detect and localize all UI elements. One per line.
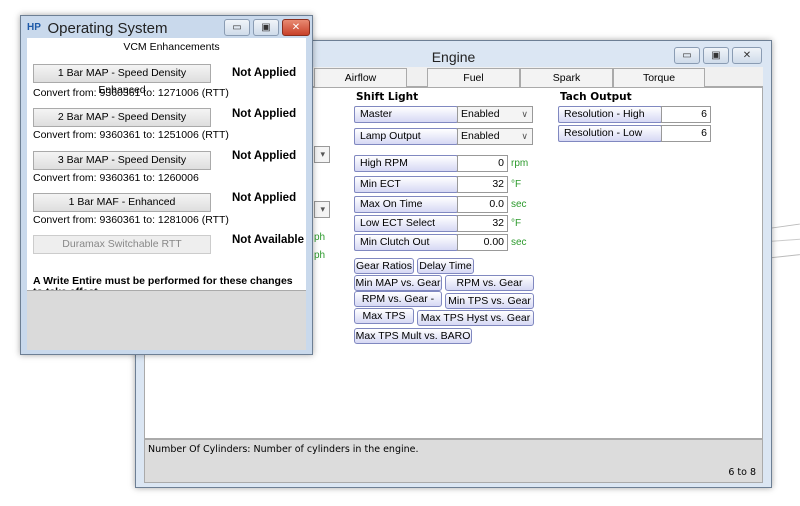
2-bar-map-sd-button[interactable]: 2 Bar MAP - Speed Density	[33, 108, 211, 127]
gear-ratios-button[interactable]: Gear Ratios	[354, 258, 414, 274]
partial-dropdown[interactable]: ▾	[314, 201, 330, 218]
status-text: Not Available	[232, 234, 304, 246]
partial-dropdown[interactable]: ▾	[314, 146, 330, 163]
min-map-vs-gear-button[interactable]: Min MAP vs. Gear	[354, 275, 442, 291]
lamp-output-label: Lamp Output	[354, 128, 458, 145]
delay-time-button[interactable]: Delay Time	[417, 258, 474, 274]
resolution-high-label: Resolution - High	[558, 106, 662, 123]
convert-text: Convert from: 9360361 to: 1251006 (RTT)	[33, 129, 229, 141]
window-title: Operating System	[47, 20, 168, 37]
max-tps-hyst-vs-gear-button[interactable]: Max TPS Hyst vs. Gear	[417, 310, 534, 326]
chevron-down-icon: ∨	[521, 109, 528, 119]
partial-unit: ph	[314, 232, 326, 243]
os-footer	[27, 290, 306, 350]
os-body: VCM Enhancements 1 Bar MAP - Speed Densi…	[27, 38, 306, 298]
maximize-button[interactable]: ▣	[253, 19, 279, 36]
select-value: Enabled	[461, 130, 500, 142]
convert-text: Convert from: 9360361 to: 1281006 (RTT)	[33, 214, 229, 226]
3-bar-map-sd-button[interactable]: 3 Bar MAP - Speed Density	[33, 151, 211, 170]
maximize-button[interactable]: ▣	[703, 47, 729, 64]
min-tps-vs-gear-button[interactable]: Min TPS vs. Gear	[445, 293, 534, 309]
unit-label: °F	[511, 179, 522, 190]
unit-label: sec	[511, 237, 527, 248]
1-bar-maf-enhanced-button[interactable]: 1 Bar MAF - Enhanced	[33, 193, 211, 212]
resolution-low-label: Resolution - Low	[558, 125, 662, 142]
minimize-button[interactable]: ▭	[674, 47, 700, 64]
max-on-time-label: Max On Time	[354, 196, 458, 213]
unit-label: rpm	[511, 158, 529, 169]
min-clutch-out-label: Min Clutch Out	[354, 234, 458, 251]
duramax-switchable-rtt-button: Duramax Switchable RTT	[33, 235, 211, 254]
minimize-button[interactable]: ▭	[224, 19, 250, 36]
min-ect-input[interactable]: 32	[457, 176, 508, 193]
status-description: Number Of Cylinders: Number of cylinders…	[148, 444, 419, 455]
low-ect-select-input[interactable]: 32	[457, 215, 508, 232]
status-range: 6 to 8	[728, 467, 756, 478]
min-clutch-out-input[interactable]: 0.00	[457, 234, 508, 251]
master-select[interactable]: Enabled ∨	[457, 106, 533, 123]
section-title: VCM Enhancements	[123, 41, 220, 53]
close-button[interactable]: ✕	[282, 19, 310, 36]
rpm-vs-gear-minus-button[interactable]: RPM vs. Gear -	[354, 291, 442, 307]
convert-text: Convert from: 9360361 to: 1260006	[33, 172, 199, 184]
resolution-low-input[interactable]: 6	[661, 125, 711, 142]
1-bar-map-sd-enhanced-button[interactable]: 1 Bar MAP - Speed Density Enhanced	[33, 64, 211, 96]
unit-label: sec	[511, 199, 527, 210]
partial-unit: ph	[314, 250, 326, 261]
tab-torque-management[interactable]: Torque Management	[613, 68, 705, 102]
operating-system-window: HP Operating System ▭ ▣ ✕ VCM Enhancemen…	[20, 15, 313, 355]
status-panel: Number Of Cylinders: Number of cylinders…	[144, 439, 763, 483]
max-tps-mult-vs-baro-button[interactable]: Max TPS Mult vs. BARO	[354, 328, 472, 344]
close-button[interactable]: ✕	[732, 47, 762, 64]
convert-text: Convert from: 9360361 to: 1271006 (RTT)	[33, 87, 229, 99]
master-label: Master	[354, 106, 458, 123]
tab-spark[interactable]: Spark	[520, 68, 613, 87]
status-text: Not Applied	[232, 108, 297, 120]
tach-output-heading: Tach Output	[560, 91, 632, 103]
high-rpm-input[interactable]: 0	[457, 155, 508, 172]
select-value: Enabled	[461, 108, 500, 120]
low-ect-select-label: Low ECT Select	[354, 215, 458, 232]
resolution-high-input[interactable]: 6	[661, 106, 711, 123]
tab-fuel[interactable]: Fuel	[427, 68, 520, 87]
high-rpm-label: High RPM	[354, 155, 458, 172]
rpm-vs-gear-button[interactable]: RPM vs. Gear	[445, 275, 534, 291]
status-text: Not Applied	[232, 67, 297, 79]
shift-light-heading: Shift Light	[356, 91, 419, 103]
chevron-down-icon: ∨	[521, 131, 528, 141]
status-text: Not Applied	[232, 150, 297, 162]
lamp-output-select[interactable]: Enabled ∨	[457, 128, 533, 145]
tab-airflow[interactable]: Airflow	[314, 68, 407, 87]
max-tps-button[interactable]: Max TPS	[354, 308, 414, 324]
min-ect-label: Min ECT	[354, 176, 458, 193]
max-on-time-input[interactable]: 0.0	[457, 196, 508, 213]
status-text: Not Applied	[232, 192, 297, 204]
unit-label: °F	[511, 218, 522, 229]
